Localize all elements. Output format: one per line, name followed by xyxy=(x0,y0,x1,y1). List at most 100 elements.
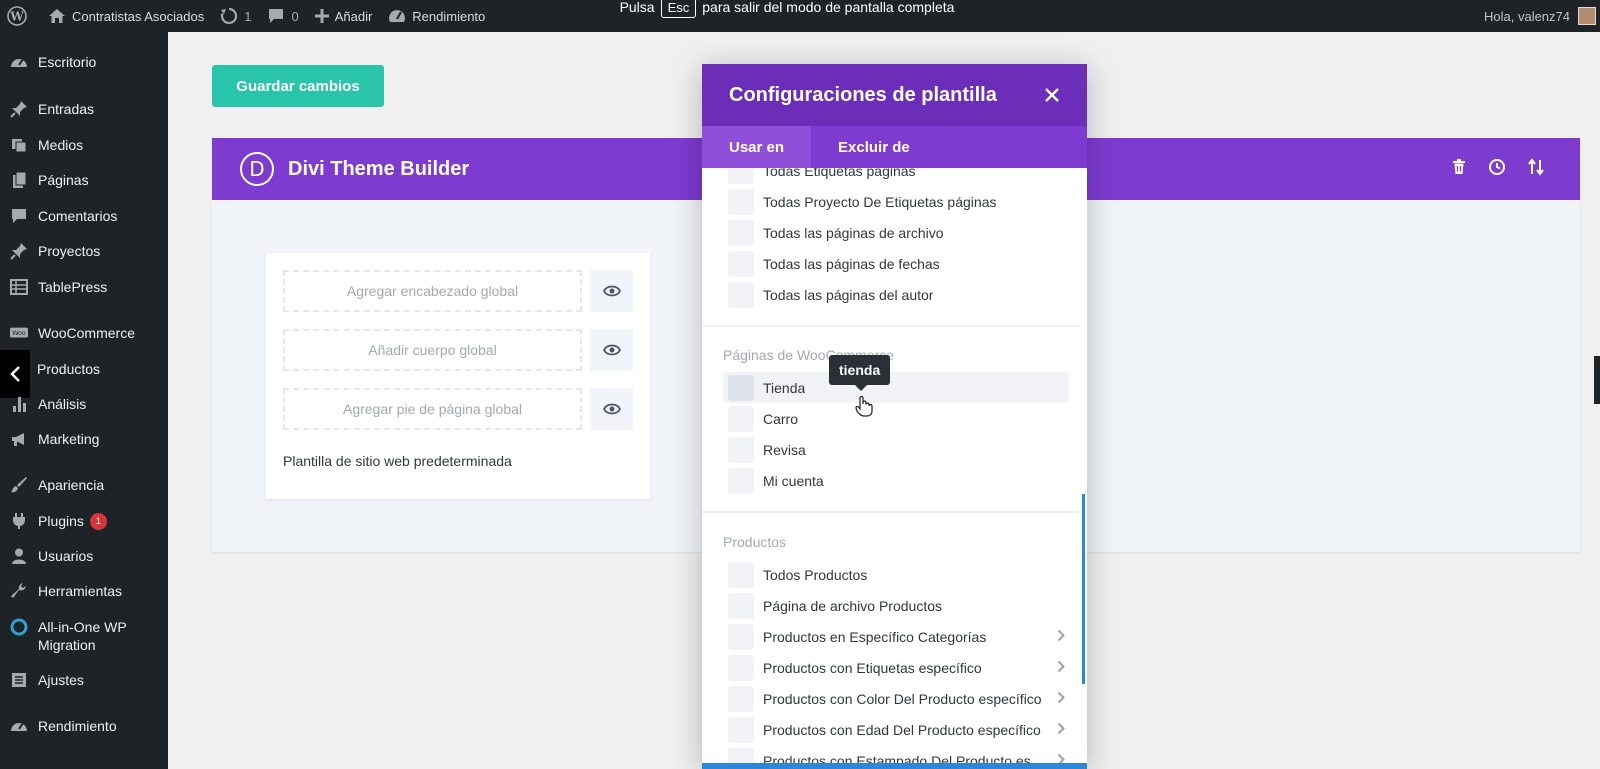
modal-scrollbar[interactable] xyxy=(1082,494,1085,684)
list-item-tienda[interactable]: Tienda xyxy=(723,372,1069,403)
sidebar-item-productos[interactable]: Productos xyxy=(0,360,168,378)
sidebar-item-proyectos[interactable]: Proyectos xyxy=(0,242,168,260)
sidebar-item-apariencia[interactable]: Apariencia xyxy=(0,476,168,494)
list-item-label: Tienda xyxy=(763,379,806,396)
import-export-icon[interactable] xyxy=(1528,157,1544,181)
sidebar-item-tablepress[interactable]: TablePress xyxy=(0,278,168,296)
list-item-label: Mi cuenta xyxy=(763,472,824,489)
avatar xyxy=(1578,7,1596,25)
checkbox[interactable] xyxy=(728,592,754,619)
template-name: Plantilla de sitio web predeterminada xyxy=(283,453,512,469)
checkbox[interactable] xyxy=(728,436,754,463)
eye-icon[interactable] xyxy=(590,270,633,312)
list-item[interactable]: Todas las páginas del autor xyxy=(723,279,1069,310)
eye-icon[interactable] xyxy=(590,329,633,371)
list-item[interactable]: Todas Etiquetas páginas xyxy=(723,168,1069,186)
checkbox[interactable] xyxy=(728,716,754,743)
dashboard-icon xyxy=(10,53,28,71)
sidebar-item-herramientas[interactable]: Herramientas xyxy=(0,582,168,600)
checkbox[interactable] xyxy=(728,561,754,588)
chevron-right-icon[interactable] xyxy=(1057,629,1065,645)
sidebar-item-entradas[interactable]: Entradas xyxy=(0,100,168,118)
chevron-right-icon[interactable] xyxy=(1057,660,1065,676)
updates-link[interactable]: 1 xyxy=(212,0,259,32)
sidebar-item-usuarios[interactable]: Usuarios xyxy=(0,547,168,565)
checkbox[interactable] xyxy=(728,168,754,184)
woo-icon: Woo xyxy=(10,324,28,342)
checkbox[interactable] xyxy=(728,685,754,712)
chevron-right-icon[interactable] xyxy=(1057,722,1065,738)
performance-icon xyxy=(389,10,406,22)
list-item[interactable]: Revisa xyxy=(723,434,1069,465)
user-icon xyxy=(10,547,28,565)
list-item-label: Todas las páginas de archivo xyxy=(763,224,944,241)
sidebar-item-marketing[interactable]: Marketing xyxy=(0,430,168,448)
checkbox[interactable] xyxy=(728,405,754,432)
sidebar-item-analisis[interactable]: Análisis xyxy=(0,395,168,413)
new-label: Añadir xyxy=(334,8,373,24)
site-name-link[interactable]: Contratistas Asociados xyxy=(40,0,212,32)
save-changes-button[interactable]: Guardar cambios xyxy=(212,65,384,107)
eye-icon[interactable] xyxy=(590,388,633,430)
checkbox[interactable] xyxy=(728,467,754,494)
tab-usar-en[interactable]: Usar en xyxy=(702,126,812,168)
sidebar-item-label: Ajustes xyxy=(38,672,84,688)
checkbox[interactable] xyxy=(728,281,754,308)
chevron-right-icon[interactable] xyxy=(1057,691,1065,707)
add-global-footer-button[interactable]: Agregar pie de página global xyxy=(283,388,582,430)
wrench-icon xyxy=(10,582,28,600)
list-item[interactable]: Productos con Edad Del Producto específi… xyxy=(723,714,1069,745)
history-icon[interactable] xyxy=(1488,158,1506,181)
sidebar-item-rendimiento[interactable]: Rendimiento xyxy=(0,717,168,735)
list-item[interactable]: Productos en Específico Categorías xyxy=(723,621,1069,652)
sidebar-item-all-in-one-wp-migration[interactable]: All-in-One WP Migration xyxy=(0,618,168,654)
list-item[interactable]: Todos Productos xyxy=(723,559,1069,590)
comments-link[interactable]: 0 xyxy=(259,0,306,32)
default-template-card: Agregar encabezado global Añadir cuerpo … xyxy=(266,253,650,499)
list-item[interactable]: Todas las páginas de archivo xyxy=(723,217,1069,248)
checkbox[interactable] xyxy=(728,374,754,401)
sidebar-item-label: Usuarios xyxy=(38,548,94,564)
sidebar-item-woocommerce[interactable]: Woo WooCommerce xyxy=(0,324,168,342)
sidebar-item-paginas[interactable]: Páginas xyxy=(0,171,168,189)
checkbox[interactable] xyxy=(728,188,754,215)
settings-icon xyxy=(10,671,28,689)
list-item[interactable]: Mi cuenta xyxy=(723,465,1069,496)
sidebar-item-label: Comentarios xyxy=(38,208,118,224)
sidebar-item-label: Apariencia xyxy=(38,477,105,493)
list-item[interactable]: Carro xyxy=(723,403,1069,434)
wordpress-logo-icon[interactable]: W xyxy=(0,0,40,32)
sidebar-item-label: Plugins xyxy=(38,513,84,529)
list-item[interactable]: Todas Proyecto De Etiquetas páginas xyxy=(723,186,1069,217)
modal-footer-bar xyxy=(702,763,1087,769)
close-icon[interactable] xyxy=(1041,84,1063,106)
checkbox[interactable] xyxy=(728,654,754,681)
checkbox[interactable] xyxy=(728,219,754,246)
checkbox[interactable] xyxy=(728,623,754,650)
trash-icon[interactable] xyxy=(1452,158,1466,180)
chart-icon xyxy=(10,395,28,413)
list-item[interactable]: Productos con Color Del Producto específ… xyxy=(723,683,1069,714)
home-icon xyxy=(49,9,65,23)
new-content-link[interactable]: Añadir xyxy=(307,0,381,32)
sidebar-item-label: Herramientas xyxy=(38,583,123,599)
sidebar-item-escritorio[interactable]: Escritorio xyxy=(0,53,168,71)
add-global-header-button[interactable]: Agregar encabezado global xyxy=(283,270,582,312)
sidebar-item-medios[interactable]: Medios xyxy=(0,136,168,154)
sidebar-item-ajustes[interactable]: Ajustes xyxy=(0,671,168,689)
header-actions xyxy=(1452,138,1544,200)
pages-icon xyxy=(10,171,28,189)
tab-excluir-de[interactable]: Excluir de xyxy=(811,126,937,168)
performance-link[interactable]: Rendimiento xyxy=(380,0,493,32)
sidebar-item-plugins[interactable]: Plugins 1 xyxy=(0,512,168,530)
list-item[interactable]: Página de archivo Productos xyxy=(723,590,1069,621)
sidebar-item-label-line2: Migration xyxy=(38,637,96,653)
checkbox[interactable] xyxy=(728,250,754,277)
list-item[interactable]: Productos con Etiquetas específico xyxy=(723,652,1069,683)
modal-header: Configuraciones de plantilla xyxy=(702,64,1087,126)
add-global-body-button[interactable]: Añadir cuerpo global xyxy=(283,329,582,371)
sidebar-item-label: All-in-One WP xyxy=(38,619,127,635)
sidebar-item-comentarios[interactable]: Comentarios xyxy=(0,207,168,225)
list-item[interactable]: Todas las páginas de fechas xyxy=(723,248,1069,279)
my-account[interactable]: Hola, valenz74 xyxy=(1484,0,1600,32)
